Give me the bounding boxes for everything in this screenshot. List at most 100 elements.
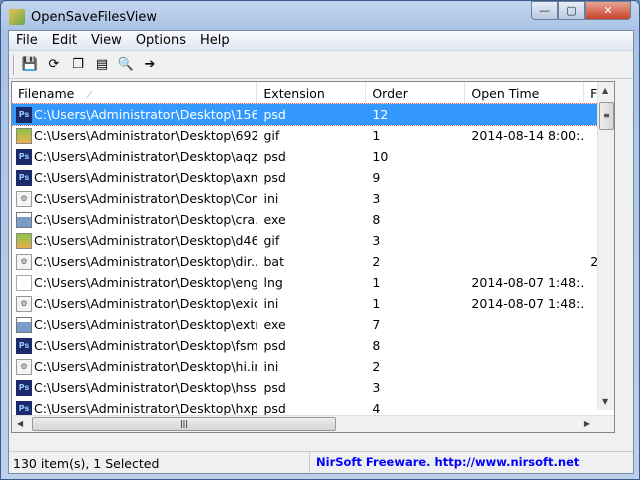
table-row[interactable]: ⚙ C:\Users\Administrator\Desktop\exic... i… bbox=[12, 293, 614, 314]
order-cell: 3 bbox=[372, 380, 381, 395]
refresh-button[interactable]: ⟳ bbox=[45, 56, 63, 74]
filename-cell: C:\Users\Administrator\Desktop\692... bbox=[12, 127, 257, 144]
copy-button[interactable]: ❐ bbox=[69, 56, 87, 74]
column-label: Open Time bbox=[471, 86, 540, 101]
extension-cell: ini bbox=[263, 359, 279, 374]
menu-bar: File Edit View Options Help bbox=[9, 31, 633, 51]
horizontal-scrollbar[interactable]: ◀ ||| ▶ bbox=[12, 415, 614, 432]
find-button[interactable]: 🔍 bbox=[117, 56, 135, 74]
ini-file-icon: ⚙ bbox=[16, 295, 32, 312]
extension-cell: psd bbox=[263, 338, 286, 353]
menu-options[interactable]: Options bbox=[129, 31, 193, 50]
table-row[interactable]: Ps C:\Users\Administrator\Desktop\fsm... p… bbox=[12, 335, 614, 356]
vertical-scroll-thumb[interactable]: ≡ bbox=[599, 102, 614, 130]
filename: C:\Users\Administrator\Desktop\hssy... bbox=[34, 380, 258, 395]
psd-file-icon: Ps bbox=[16, 337, 32, 354]
nirsoft-link[interactable]: NirSoft Freeware. http://www.nirsoft.net bbox=[309, 452, 633, 473]
exe-file-icon bbox=[16, 316, 32, 333]
table-row[interactable]: ⚙ C:\Users\Administrator\Desktop\dir.... b… bbox=[12, 251, 614, 272]
save-button[interactable]: 💾 bbox=[21, 56, 39, 74]
column-header-extension[interactable]: Extension bbox=[257, 82, 367, 103]
table-row[interactable]: Ps C:\Users\Administrator\Desktop\axm... p… bbox=[12, 167, 614, 188]
table-row[interactable]: ⚙ C:\Users\Administrator\Desktop\Con... in… bbox=[12, 188, 614, 209]
title-bar: OpenSaveFilesView bbox=[9, 7, 157, 27]
menu-edit[interactable]: Edit bbox=[45, 31, 84, 50]
ini-file-icon: ⚙ bbox=[16, 190, 32, 207]
table-row[interactable]: Ps C:\Users\Administrator\Desktop\156... p… bbox=[12, 103, 614, 126]
sort-indicator-icon: ⁄ bbox=[88, 90, 91, 101]
close-button[interactable]: ✕ bbox=[585, 1, 631, 20]
scroll-down-arrow-icon[interactable]: ▼ bbox=[602, 397, 608, 406]
extension-cell: gif bbox=[263, 128, 280, 143]
horizontal-scroll-thumb[interactable]: ||| bbox=[32, 417, 336, 431]
refresh-icon: ⟳ bbox=[48, 57, 60, 72]
filename: C:\Users\Administrator\Desktop\hxp... bbox=[34, 401, 258, 416]
filename-cell: C:\Users\Administrator\Desktop\d46... bbox=[12, 232, 257, 249]
menu-help[interactable]: Help bbox=[193, 31, 237, 50]
extension-cell: ini bbox=[263, 296, 279, 311]
extension-cell: lng bbox=[263, 275, 283, 290]
open-time-cell: 2014-08-07 1:48:... bbox=[471, 296, 585, 311]
table-row[interactable]: C:\Users\Administrator\Desktop\cra... exe… bbox=[12, 209, 614, 230]
filename: C:\Users\Administrator\Desktop\aqzt... bbox=[34, 149, 258, 164]
table-row[interactable]: Ps C:\Users\Administrator\Desktop\hssy...… bbox=[12, 377, 614, 398]
gif-file-icon bbox=[16, 127, 32, 144]
order-cell: 2 bbox=[372, 254, 381, 269]
table-row[interactable]: C:\Users\Administrator\Desktop\extr... ex… bbox=[12, 314, 614, 335]
order-cell: 7 bbox=[372, 317, 381, 332]
filename-cell: ⚙ C:\Users\Administrator\Desktop\exic... bbox=[12, 295, 258, 312]
column-header-order[interactable]: Order bbox=[366, 82, 466, 103]
filename: C:\Users\Administrator\Desktop\axm... bbox=[34, 170, 258, 185]
properties-button[interactable]: ▤ bbox=[93, 56, 111, 74]
psd-file-icon: Ps bbox=[16, 169, 32, 186]
filename: C:\Users\Administrator\Desktop\dir.... bbox=[34, 254, 258, 269]
scroll-right-arrow-icon[interactable]: ▶ bbox=[584, 419, 590, 428]
minimize-button[interactable]: — bbox=[531, 1, 558, 20]
psd-file-icon: Ps bbox=[16, 379, 32, 396]
menu-file[interactable]: File bbox=[9, 31, 45, 50]
app-icon bbox=[9, 9, 25, 25]
scroll-up-arrow-icon[interactable]: ▲ bbox=[602, 86, 608, 95]
filename: C:\Users\Administrator\Desktop\engl... bbox=[34, 275, 258, 290]
table-row[interactable]: C:\Users\Administrator\Desktop\engl... ln… bbox=[12, 272, 614, 293]
filename-cell: Ps C:\Users\Administrator\Desktop\axm... bbox=[12, 169, 258, 186]
extension-cell: psd bbox=[263, 401, 286, 416]
gif-file-icon bbox=[16, 232, 32, 249]
filename: C:\Users\Administrator\Desktop\exic... bbox=[34, 296, 258, 311]
extension-cell: exe bbox=[263, 317, 286, 332]
extension-cell: bat bbox=[263, 254, 284, 269]
status-bar: 130 item(s), 1 Selected NirSoft Freeware… bbox=[9, 451, 633, 473]
psd-file-icon: Ps bbox=[16, 106, 32, 123]
table-row[interactable]: Ps C:\Users\Administrator\Desktop\aqzt...… bbox=[12, 146, 614, 167]
column-header-open-time[interactable]: Open Time bbox=[465, 82, 585, 103]
bat-file-icon: ⚙ bbox=[16, 253, 32, 270]
copy-icon: ❐ bbox=[72, 57, 84, 72]
order-cell: 1 bbox=[372, 296, 381, 311]
table-row[interactable]: C:\Users\Administrator\Desktop\692... gif… bbox=[12, 125, 614, 146]
order-cell: 3 bbox=[372, 191, 381, 206]
open-time-cell: 2014-08-07 1:48:... bbox=[471, 275, 585, 290]
filename-cell: Ps C:\Users\Administrator\Desktop\hssy... bbox=[12, 379, 258, 396]
open-time-cell: 2014-08-14 8:00:... bbox=[471, 128, 585, 143]
order-cell: 1 bbox=[372, 275, 381, 290]
filename: C:\Users\Administrator\Desktop\cra... bbox=[34, 212, 258, 227]
maximize-button[interactable]: ▢ bbox=[558, 1, 585, 20]
filename-cell: ⚙ C:\Users\Administrator\Desktop\dir.... bbox=[12, 253, 258, 270]
column-header-filename[interactable]: Filename ⁄ bbox=[12, 82, 258, 103]
vertical-scrollbar[interactable]: ▲ ≡ ▼ bbox=[597, 82, 614, 410]
filename-cell: C:\Users\Administrator\Desktop\engl... bbox=[12, 274, 258, 291]
filename: C:\Users\Administrator\Desktop\extr... bbox=[34, 317, 258, 332]
scroll-left-arrow-icon[interactable]: ◀ bbox=[17, 419, 23, 428]
app-window: OpenSaveFilesView — ▢ ✕ File Edit View Opti… bbox=[0, 0, 640, 480]
toolbar-separator bbox=[13, 54, 15, 75]
find-icon: 🔍 bbox=[117, 57, 135, 72]
properties-icon: ▤ bbox=[95, 57, 109, 72]
filename: C:\Users\Administrator\Desktop\hi.ini bbox=[34, 359, 258, 374]
exit-icon: ➔ bbox=[144, 57, 156, 72]
exit-button[interactable]: ➔ bbox=[141, 56, 159, 74]
table-row[interactable]: C:\Users\Administrator\Desktop\d46... gif… bbox=[12, 230, 614, 251]
table-row[interactable]: ⚙ C:\Users\Administrator\Desktop\hi.ini in… bbox=[12, 356, 614, 377]
menu-view[interactable]: View bbox=[84, 31, 129, 50]
item-count: 130 item(s), 1 Selected bbox=[13, 456, 160, 471]
file-list[interactable]: Filename⁄ExtensionOrderOpen TimeFile PsC… bbox=[11, 81, 615, 433]
